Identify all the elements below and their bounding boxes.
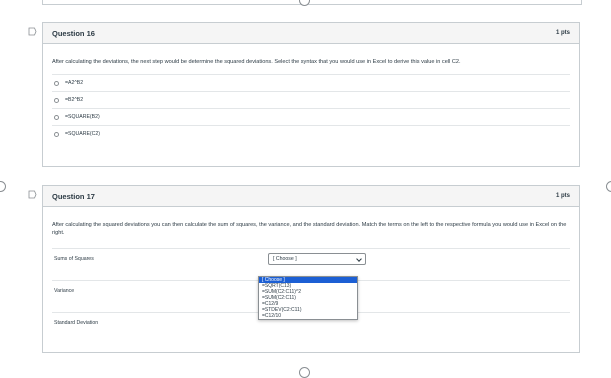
question-16-header: Question 16 1 pts bbox=[43, 23, 579, 44]
flag-question-17-icon[interactable] bbox=[28, 190, 37, 199]
radio-icon[interactable] bbox=[54, 97, 59, 103]
question-16-answers: =A2^B2 =B2^B2 =SQUARE(B2) =SQUARE(C2) bbox=[52, 74, 570, 142]
select-value: [ Choose ] bbox=[273, 256, 297, 262]
answer-label: =SQUARE(B2) bbox=[65, 114, 100, 120]
page-marker-icon bbox=[299, 0, 310, 6]
answer-label: =A2^B2 bbox=[65, 80, 84, 86]
dropdown-options-list: [ Choose ] =SQRT(C13) =SUM(C2:C11)^2 =SU… bbox=[258, 276, 358, 320]
question-17-card: Question 17 1 pts After calculating the … bbox=[42, 185, 580, 353]
answer-label: =SQUARE(C2) bbox=[65, 131, 101, 137]
question-17-text: After calculating the squared deviations… bbox=[52, 222, 567, 236]
question-16-points: 1 pts bbox=[555, 30, 570, 36]
radio-icon[interactable] bbox=[54, 131, 59, 137]
question-17-header: Question 17 1 pts bbox=[43, 186, 579, 207]
previous-question-card bbox=[42, 0, 582, 5]
answer-label: =B2^B2 bbox=[65, 97, 84, 103]
flag-question-16-icon[interactable] bbox=[28, 27, 37, 36]
match-term: Variance bbox=[54, 288, 75, 294]
answer-option[interactable]: =A2^B2 bbox=[52, 74, 570, 91]
match-term: Sums of Squares bbox=[54, 256, 94, 262]
question-16-text: After calculating the deviations, the ne… bbox=[52, 59, 461, 65]
question-17-title: Question 17 bbox=[52, 191, 95, 201]
match-term: Standard Deviation bbox=[54, 320, 99, 326]
answer-option[interactable]: =SQUARE(B2) bbox=[52, 108, 570, 125]
page-marker-icon bbox=[299, 367, 310, 378]
question-17-points: 1 pts bbox=[555, 193, 570, 199]
dropdown-option[interactable]: =C12/10 bbox=[259, 313, 357, 319]
question-16-title: Question 16 bbox=[52, 28, 95, 38]
page-marker-icon bbox=[606, 181, 611, 192]
radio-icon[interactable] bbox=[54, 114, 59, 120]
radio-icon[interactable] bbox=[54, 80, 59, 86]
page-marker-icon bbox=[0, 181, 6, 192]
chevron-down-icon bbox=[356, 256, 362, 262]
answer-option[interactable]: =SQUARE(C2) bbox=[52, 125, 570, 142]
match-select-dropdown[interactable]: [ Choose ] bbox=[268, 253, 366, 265]
question-16-card: Question 16 1 pts After calculating the … bbox=[42, 22, 580, 167]
answer-option[interactable]: =B2^B2 bbox=[52, 91, 570, 108]
